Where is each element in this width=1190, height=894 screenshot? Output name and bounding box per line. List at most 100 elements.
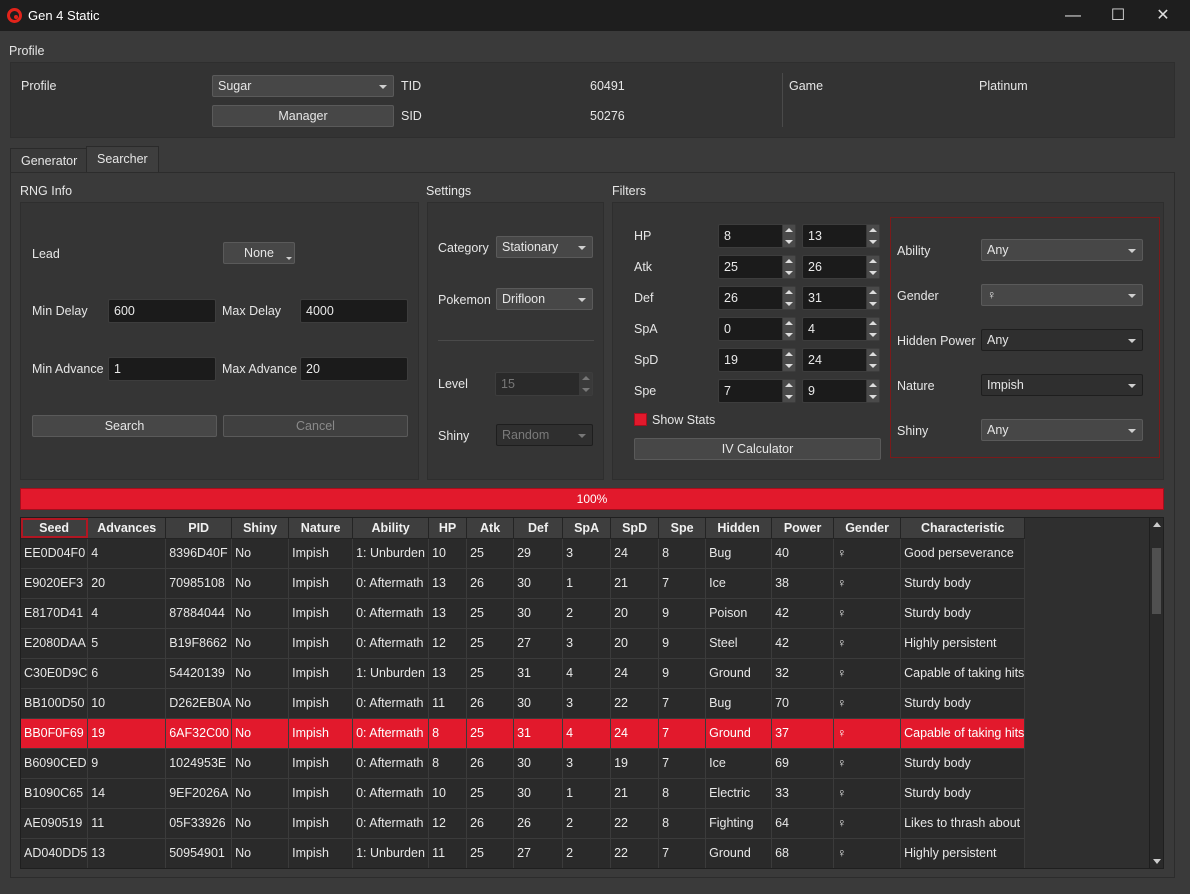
manager-button[interactable]: Manager [212,105,394,127]
cell-characteristic: Likes to thrash about [900,808,1026,839]
iv-def-max[interactable]: 31 [802,286,880,310]
maximize-button[interactable]: ☐ [1095,0,1141,31]
min-delay-input[interactable]: 600 [108,299,216,323]
close-button[interactable]: ✕ [1140,0,1186,31]
column-header-pid[interactable]: PID [165,518,233,539]
scrollbar-thumb[interactable] [1152,548,1161,614]
shiny-label: Shiny [438,429,470,443]
column-header-spd[interactable]: SpD [610,518,660,539]
iv-atk-min[interactable]: 25 [718,255,796,279]
iv-hp-max-buttons[interactable] [866,225,879,247]
column-header-characteristic[interactable]: Characteristic [900,518,1026,539]
minimize-button[interactable]: — [1050,0,1096,31]
iv-hp-min[interactable]: 8 [718,224,796,248]
iv-spa-max-buttons[interactable] [866,318,879,340]
search-button[interactable]: Search [32,415,217,437]
max-advance-input[interactable]: 20 [300,357,408,381]
cell-spd: 22 [610,688,660,719]
level-spinbox-buttons[interactable] [579,373,592,395]
column-header-shiny[interactable]: Shiny [231,518,290,539]
iv-atk-max-buttons[interactable] [866,256,879,278]
table-row[interactable]: EE0D04F0 4 8396D40F No Impish 1: Unburden 10 25… [21,538,1026,569]
cell-spa: 1 [562,778,612,809]
max-delay-input[interactable]: 4000 [300,299,408,323]
iv-spd-max[interactable]: 24 [802,348,880,372]
cell-gender: ♀ [833,778,902,809]
cell-seed: B6090CED [21,748,89,779]
iv-hp-max[interactable]: 13 [802,224,880,248]
iv-spa-max[interactable]: 4 [802,317,880,341]
show-stats-checkbox[interactable] [634,413,647,426]
column-header-hidden[interactable]: Hidden [705,518,773,539]
table-row[interactable]: AD040DD5 13 50954901 No Impish 1: Unburden 11 2… [21,838,1026,868]
cell-def: 30 [513,568,564,599]
arrow-down-icon [869,364,877,368]
table-row[interactable]: E2080DAA 5 B19F8662 No Impish 0: Aftermath 12 2… [21,628,1026,659]
column-header-spa[interactable]: SpA [562,518,612,539]
iv-spd-max-buttons[interactable] [866,349,879,371]
column-header-nature[interactable]: Nature [288,518,354,539]
cancel-button[interactable]: Cancel [223,415,408,437]
cell-hidden: Bug [705,538,773,569]
iv-spe-max[interactable]: 9 [802,379,880,403]
cell-shiny: No [231,538,290,569]
iv-def-max-buttons[interactable] [866,287,879,309]
scroll-up-icon[interactable] [1153,522,1161,527]
table-row[interactable]: E9020EF3 20 70985108 No Impish 0: Aftermath 13… [21,568,1026,599]
iv-hp-min-buttons[interactable] [782,225,795,247]
cell-shiny: No [231,628,290,659]
category-select[interactable]: Stationary [496,236,593,258]
iv-atk-min-buttons[interactable] [782,256,795,278]
column-header-power[interactable]: Power [771,518,835,539]
iv-def-min[interactable]: 26 [718,286,796,310]
tab-searcher[interactable]: Searcher [86,146,159,172]
results-scrollbar[interactable] [1149,518,1163,868]
column-header-def[interactable]: Def [513,518,564,539]
lead-select[interactable]: None [223,242,295,264]
ability-select[interactable]: Any [981,239,1143,261]
nature-select[interactable]: Impish [981,374,1143,396]
iv-calculator-button[interactable]: IV Calculator [634,438,881,460]
pokemon-select[interactable]: Drifloon [496,288,593,310]
cell-characteristic: Sturdy body [900,778,1026,809]
iv-spa-min[interactable]: 0 [718,317,796,341]
shiny-select[interactable]: Random [496,424,593,446]
iv-atk-max[interactable]: 26 [802,255,880,279]
min-advance-input[interactable]: 1 [108,357,216,381]
profile-select[interactable]: Sugar [212,75,394,97]
iv-spe-max-buttons[interactable] [866,380,879,402]
column-header-seed[interactable]: Seed [21,518,89,539]
iv-spe-min[interactable]: 7 [718,379,796,403]
column-header-gender[interactable]: Gender [833,518,902,539]
table-row[interactable]: E8170D41 4 87884044 No Impish 0: Aftermath 13 2… [21,598,1026,629]
shiny-filter-select[interactable]: Any [981,419,1143,441]
level-spinbox[interactable]: 15 [495,372,593,396]
column-header-hp[interactable]: HP [428,518,468,539]
gender-select-value: ♀ [987,288,997,302]
column-header-atk[interactable]: Atk [466,518,515,539]
iv-spe-min-buttons[interactable] [782,380,795,402]
iv-spd-min-buttons[interactable] [782,349,795,371]
iv-def-min-buttons[interactable] [782,287,795,309]
column-header-advances[interactable]: Advances [87,518,167,539]
cell-advances: 20 [87,568,167,599]
tab-generator[interactable]: Generator [10,148,89,172]
table-row[interactable]: B1090C65 14 9EF2026A No Impish 0: Aftermath 10… [21,778,1026,809]
iv-spa-min-buttons[interactable] [782,318,795,340]
table-row[interactable]: BB0F0F69 19 6AF32C00 No Impish 0: Aftermath 8 2… [21,718,1026,749]
cell-power: 42 [771,628,835,659]
table-row[interactable]: B6090CED 9 1024953E No Impish 0: Aftermath 8 26… [21,748,1026,779]
table-row[interactable]: BB100D50 10 D262EB0A No Impish 0: Aftermath 11… [21,688,1026,719]
cell-power: 40 [771,538,835,569]
profile-section-title: Profile [9,44,45,58]
table-row[interactable]: AE090519 11 05F33926 No Impish 0: Aftermath 12… [21,808,1026,839]
scroll-down-icon[interactable] [1153,859,1161,864]
table-row[interactable]: C30E0D9C 6 54420139 No Impish 1: Unburden 13 25… [21,658,1026,689]
cell-hp: 13 [428,568,468,599]
hidden-power-select[interactable]: Any [981,329,1143,351]
iv-spd-min[interactable]: 19 [718,348,796,372]
column-header-ability[interactable]: Ability [352,518,430,539]
results-table[interactable]: Seed Advances PID Shiny Nature Ability HP Atk De… [20,517,1164,869]
column-header-spe[interactable]: Spe [658,518,707,539]
gender-select[interactable]: ♀ [981,284,1143,306]
